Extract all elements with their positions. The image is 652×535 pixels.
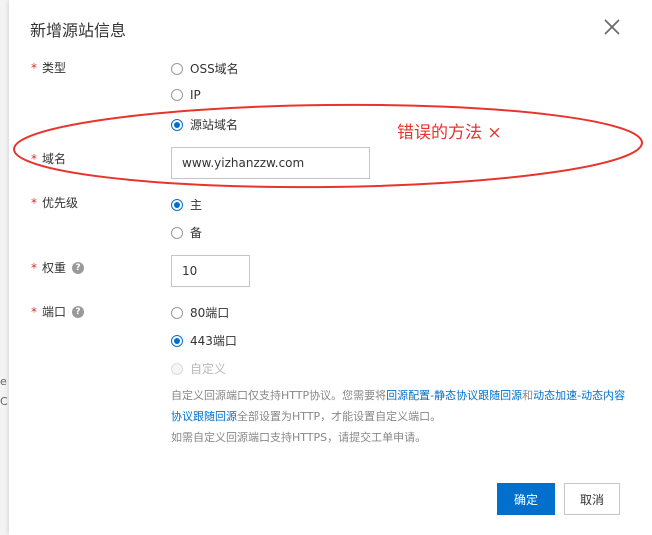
annotation-label: 错误的方法 ×: [397, 123, 502, 143]
port-label: * 端口 ?: [31, 303, 85, 320]
required-mark: *: [31, 304, 37, 319]
radio-selected-icon: [171, 334, 183, 347]
weight-input[interactable]: [171, 255, 250, 287]
radio-port-custom: 自定义: [171, 360, 226, 377]
help-icon[interactable]: ?: [72, 261, 85, 274]
radio-circle-icon: [171, 89, 183, 101]
background-text: e: [0, 375, 7, 388]
domain-label-text: 域名: [42, 152, 67, 166]
radio-type-origin-domain[interactable]: 源站域名: [171, 116, 238, 133]
radio-priority-primary[interactable]: 主: [171, 196, 202, 213]
close-icon[interactable]: [602, 17, 622, 37]
radio-selected-icon: [171, 118, 183, 131]
radio-type-oss[interactable]: OSS域名: [171, 60, 239, 77]
radio-label: 主: [190, 198, 203, 212]
hint-text: 如需自定义回源端口支持HTTPS，请提交工单申请。: [171, 431, 427, 444]
required-mark: *: [31, 151, 37, 166]
port-label-text: 端口: [42, 305, 67, 319]
annotation-ellipse: [13, 103, 643, 189]
help-icon[interactable]: ?: [72, 305, 85, 318]
radio-label: 源站域名: [190, 118, 239, 132]
static-protocol-link[interactable]: 回源配置-静态协议跟随回源: [386, 389, 522, 402]
radio-circle-icon: [171, 226, 183, 239]
radio-port-80[interactable]: 80端口: [171, 304, 229, 321]
required-mark: *: [31, 195, 37, 210]
radio-type-ip[interactable]: IP: [171, 88, 201, 102]
radio-label: 443端口: [190, 334, 237, 348]
radio-circle-icon: [171, 362, 183, 375]
domain-label: * 域名: [31, 150, 66, 167]
weight-label: * 权重 ?: [31, 259, 85, 276]
cancel-button[interactable]: 取消: [564, 483, 620, 515]
required-mark: *: [31, 60, 37, 75]
hint-text: 和: [522, 389, 534, 402]
port-hint-text: 自定义回源端口仅支持HTTP协议。您需要将回源配置-静态协议跟随回源和动态加速-…: [171, 385, 631, 448]
required-mark: *: [31, 260, 37, 275]
hint-text: 自定义回源端口仅支持HTTP协议。您需要将: [171, 389, 387, 402]
radio-label: 80端口: [190, 306, 230, 320]
radio-selected-icon: [171, 198, 183, 211]
domain-input[interactable]: [171, 147, 370, 179]
add-origin-dialog: 新增源站信息 * 类型 OSS域名 IP 源站域名 * 域名 * 优先级 主 备: [9, 0, 652, 535]
priority-label: * 优先级: [31, 194, 78, 211]
type-label-text: 类型: [42, 61, 67, 75]
radio-port-443[interactable]: 443端口: [171, 332, 237, 349]
radio-label: 备: [190, 226, 203, 240]
radio-label: IP: [190, 88, 201, 102]
background-text: C: [0, 395, 8, 408]
radio-circle-icon: [171, 306, 183, 319]
radio-label: 自定义: [190, 362, 227, 376]
radio-circle-icon: [171, 62, 183, 75]
type-label: * 类型: [31, 59, 66, 76]
weight-label-text: 权重: [42, 261, 67, 275]
dialog-title: 新增源站信息: [30, 21, 127, 40]
confirm-button[interactable]: 确定: [497, 483, 555, 515]
hint-text: 全部设置为HTTP，才能设置自定义端口。: [237, 410, 442, 423]
priority-label-text: 优先级: [42, 196, 79, 210]
radio-label: OSS域名: [190, 62, 239, 76]
radio-priority-backup[interactable]: 备: [171, 224, 202, 241]
